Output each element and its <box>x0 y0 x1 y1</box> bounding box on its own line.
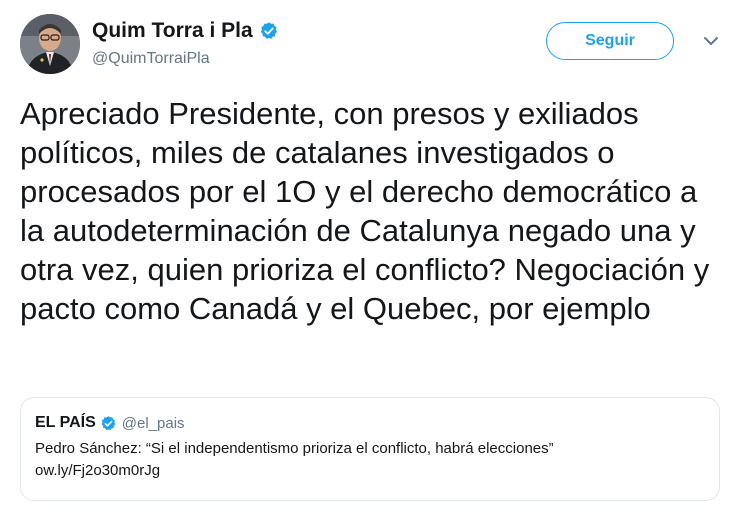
quoted-tweet-link[interactable]: ow.ly/Fj2o30m0rJg <box>35 460 705 482</box>
tweet-text: Apreciado Presidente, con presos y exili… <box>20 96 710 326</box>
quoted-tweet-card[interactable]: EL PAÍS @el_pais Pedro Sánchez: “Si el i… <box>20 397 720 501</box>
chevron-down-icon[interactable] <box>702 34 720 48</box>
quoted-verified-badge-icon <box>100 415 117 432</box>
avatar[interactable] <box>20 14 80 74</box>
follow-button[interactable]: Seguir <box>546 22 674 60</box>
quoted-handle: @el_pais <box>121 414 185 432</box>
quoted-tweet-text: Pedro Sánchez: “Si el independentismo pr… <box>35 440 554 457</box>
display-name-row: Quim Torra i Pla <box>92 18 279 44</box>
quoted-display-name: EL PAÍS <box>35 414 96 431</box>
author-handle[interactable]: @QuimTorraiPla <box>92 50 279 68</box>
quoted-tweet-header: EL PAÍS @el_pais <box>35 412 705 434</box>
verified-badge-icon <box>259 21 279 41</box>
avatar-portrait-icon <box>20 14 80 74</box>
author-names: Quim Torra i Pla @QuimTorraiPla <box>92 18 279 68</box>
display-name[interactable]: Quim Torra i Pla <box>92 19 253 43</box>
tweet-header: Quim Torra i Pla @QuimTorraiPla Seguir <box>20 14 730 78</box>
